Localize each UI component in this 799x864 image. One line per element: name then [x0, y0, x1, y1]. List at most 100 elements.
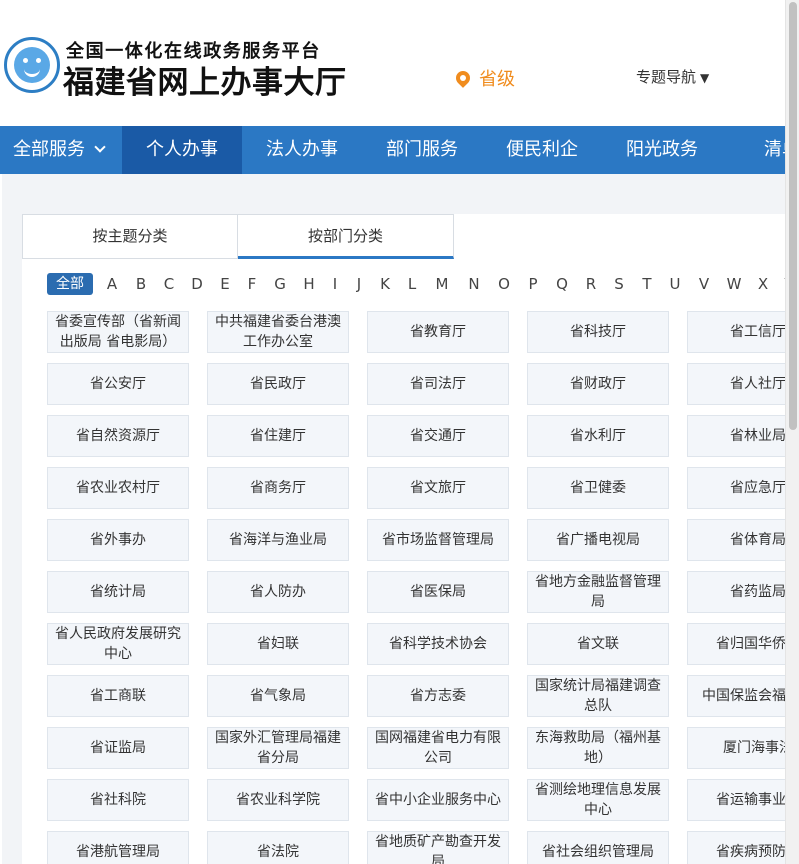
- department-item[interactable]: 省运输事业发: [687, 779, 785, 821]
- nav-personal[interactable]: 个人办事: [122, 126, 242, 174]
- alphabet-letter-s[interactable]: S: [605, 275, 633, 293]
- department-item[interactable]: 省人社厅: [687, 363, 785, 405]
- department-item[interactable]: 省自然资源厅: [47, 415, 189, 457]
- alphabet-letter-o[interactable]: O: [489, 275, 519, 293]
- department-item[interactable]: 省公安厅: [47, 363, 189, 405]
- alphabet-letter-j[interactable]: J: [347, 275, 371, 293]
- department-item[interactable]: 省科技厅: [527, 311, 669, 353]
- alphabet-filter: 全部 ABCDEFGHIJKLMNOPQRSTUVWXY: [47, 272, 785, 296]
- department-item[interactable]: 省文联: [527, 623, 669, 665]
- alphabet-letter-i[interactable]: I: [323, 275, 347, 293]
- department-item[interactable]: 省海洋与渔业局: [207, 519, 349, 561]
- department-item[interactable]: 省农业科学院: [207, 779, 349, 821]
- department-item[interactable]: 省医保局: [367, 571, 509, 613]
- alphabet-letter-l[interactable]: L: [399, 275, 425, 293]
- alphabet-letter-h[interactable]: H: [295, 275, 323, 293]
- department-item[interactable]: 省工商联: [47, 675, 189, 717]
- department-item[interactable]: 省法院: [207, 831, 349, 864]
- department-item[interactable]: 省科学技术协会: [367, 623, 509, 665]
- department-item[interactable]: 省妇联: [207, 623, 349, 665]
- department-item[interactable]: 省文旅厅: [367, 467, 509, 509]
- nav-legal-person[interactable]: 法人办事: [242, 126, 362, 174]
- department-item[interactable]: 省卫健委: [527, 467, 669, 509]
- department-item[interactable]: 省人防办: [207, 571, 349, 613]
- alphabet-letter-d[interactable]: D: [183, 275, 211, 293]
- department-item[interactable]: 省民政厅: [207, 363, 349, 405]
- nav-all-services[interactable]: 全部服务: [0, 126, 122, 174]
- nav-convenience[interactable]: 便民利企: [482, 126, 602, 174]
- department-item[interactable]: 省社会组织管理局: [527, 831, 669, 864]
- department-item[interactable]: 省财政厅: [527, 363, 669, 405]
- department-item[interactable]: 省统计局: [47, 571, 189, 613]
- alphabet-letter-a[interactable]: A: [97, 275, 127, 293]
- department-item[interactable]: 省司法厅: [367, 363, 509, 405]
- department-item[interactable]: 省外事办: [47, 519, 189, 561]
- scrollbar-thumb[interactable]: [789, 2, 797, 430]
- department-item[interactable]: 省教育厅: [367, 311, 509, 353]
- vertical-scrollbar[interactable]: [785, 0, 799, 864]
- department-item[interactable]: 省应急厅: [687, 467, 785, 509]
- alphabet-all-button[interactable]: 全部: [47, 273, 93, 295]
- department-item[interactable]: 省社科院: [47, 779, 189, 821]
- topic-nav-dropdown[interactable]: 专题导航 ▼: [636, 66, 709, 87]
- department-item[interactable]: 省归国华侨联: [687, 623, 785, 665]
- department-item[interactable]: 省疾病预防控: [687, 831, 785, 864]
- alphabet-letter-u[interactable]: U: [661, 275, 689, 293]
- alphabet-letter-t[interactable]: T: [633, 275, 661, 293]
- department-item[interactable]: 省商务厅: [207, 467, 349, 509]
- department-item[interactable]: 省交通厅: [367, 415, 509, 457]
- department-item[interactable]: 国家统计局福建调查总队: [527, 675, 669, 717]
- department-item[interactable]: 省市场监督管理局: [367, 519, 509, 561]
- tab-by-theme[interactable]: 按主题分类: [22, 214, 238, 259]
- department-item[interactable]: 东海救助局（福州基地）: [527, 727, 669, 769]
- site-logo-icon[interactable]: [4, 37, 60, 93]
- department-item[interactable]: 省工信厅: [687, 311, 785, 353]
- department-item[interactable]: 中共福建省委台港澳工作办公室: [207, 311, 349, 353]
- nav-sunshine-affairs[interactable]: 阳光政务: [602, 126, 722, 174]
- department-item[interactable]: 省体育局: [687, 519, 785, 561]
- chevron-down-icon: [94, 141, 106, 153]
- department-item[interactable]: 省委宣传部（省新闻出版局 省电影局）: [47, 311, 189, 353]
- site-title[interactable]: 福建省网上办事大厅: [63, 57, 347, 102]
- alphabet-letter-v[interactable]: V: [689, 275, 719, 293]
- department-item[interactable]: 省人民政府发展研究中心: [47, 623, 189, 665]
- department-item[interactable]: 省中小企业服务中心: [367, 779, 509, 821]
- department-item[interactable]: 省药监局: [687, 571, 785, 613]
- nav-department-services[interactable]: 部门服务: [362, 126, 482, 174]
- alphabet-letter-y[interactable]: Y: [777, 275, 785, 293]
- alphabet-letter-b[interactable]: B: [127, 275, 155, 293]
- department-item[interactable]: 省方志委: [367, 675, 509, 717]
- department-item[interactable]: 省广播电视局: [527, 519, 669, 561]
- alphabet-letter-q[interactable]: Q: [547, 275, 577, 293]
- alphabet-letter-p[interactable]: P: [519, 275, 547, 293]
- nav-lists[interactable]: 清单: [722, 126, 785, 174]
- alphabet-letter-m[interactable]: M: [425, 275, 459, 293]
- department-item[interactable]: 省地质矿产勘查开发局: [367, 831, 509, 864]
- alphabet-letter-r[interactable]: R: [577, 275, 605, 293]
- department-item[interactable]: 国家外汇管理局福建省分局: [207, 727, 349, 769]
- department-item[interactable]: 国网福建省电力有限公司: [367, 727, 509, 769]
- department-item[interactable]: 省测绘地理信息发展中心: [527, 779, 669, 821]
- department-item[interactable]: 省林业局: [687, 415, 785, 457]
- map-pin-icon: [453, 68, 473, 88]
- department-item[interactable]: 省港航管理局: [47, 831, 189, 864]
- department-item[interactable]: 省住建厅: [207, 415, 349, 457]
- department-item[interactable]: 省地方金融监督管理局: [527, 571, 669, 613]
- department-item[interactable]: 厦门海事法: [687, 727, 785, 769]
- tab-by-department[interactable]: 按部门分类: [238, 214, 454, 259]
- site-header: 全国一体化在线政务服务平台 福建省网上办事大厅 省级 专题导航 ▼: [0, 0, 785, 126]
- department-item[interactable]: 省水利厅: [527, 415, 669, 457]
- department-item[interactable]: 省农业农村厅: [47, 467, 189, 509]
- location-selector[interactable]: 省级: [453, 65, 515, 91]
- department-item[interactable]: 省气象局: [207, 675, 349, 717]
- alphabet-letter-n[interactable]: N: [459, 275, 489, 293]
- alphabet-letter-w[interactable]: W: [719, 275, 749, 293]
- alphabet-letter-k[interactable]: K: [371, 275, 399, 293]
- department-item[interactable]: 省证监局: [47, 727, 189, 769]
- alphabet-letter-c[interactable]: C: [155, 275, 183, 293]
- department-item[interactable]: 中国保监会福建局: [687, 675, 785, 717]
- alphabet-letter-e[interactable]: E: [211, 275, 239, 293]
- alphabet-letter-g[interactable]: G: [265, 275, 295, 293]
- alphabet-letter-f[interactable]: F: [239, 275, 265, 293]
- alphabet-letter-x[interactable]: X: [749, 275, 777, 293]
